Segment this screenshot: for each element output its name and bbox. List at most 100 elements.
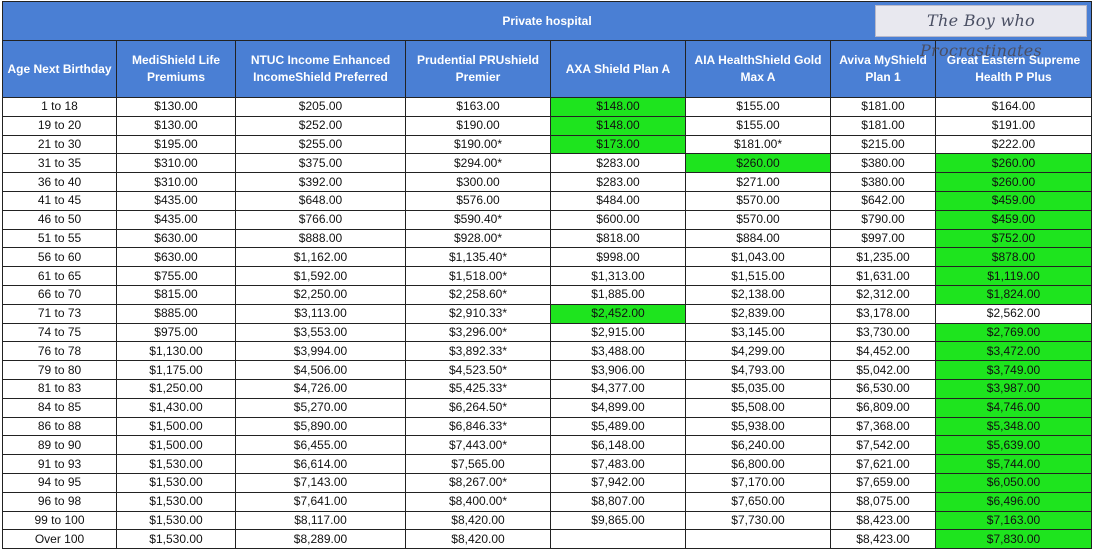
premium-cell: $7,443.00* (405, 435, 551, 456)
table-row: 76 to 78 $1,130.00 $3,994.00 $3,892.33* $3,4… (2, 341, 1092, 362)
column-header-label: AXA Shield Plan A (565, 61, 671, 76)
premium-cell: $1,515.00 (685, 266, 831, 286)
premium-cell: $1,135.40* (405, 247, 551, 268)
premium-cell: $260.00 (935, 153, 1092, 174)
age-band-cell: 79 to 80 (2, 360, 117, 380)
premium-table: Private hospital The Boy who Procrastina… (2, 1, 1092, 550)
premium-cell: $1,631.00 (830, 266, 936, 286)
premium-cell: $7,163.00 (935, 510, 1092, 531)
premium-cell: $755.00 (116, 266, 236, 286)
premium-cell: $3,994.00 (235, 341, 406, 362)
premium-cell: $3,553.00 (235, 322, 406, 343)
age-band-cell: 74 to 75 (2, 322, 117, 343)
premium-cell: $8,423.00 (830, 510, 936, 531)
premium-cell: $190.00 (405, 115, 551, 136)
premium-cell: $2,250.00 (235, 284, 406, 305)
premium-cell: $7,368.00 (830, 416, 936, 437)
premium-cell: $4,793.00 (685, 360, 831, 380)
premium-cell: $752.00 (935, 228, 1092, 249)
premium-cell: $181.00 (830, 97, 936, 117)
age-band-cell: 46 to 50 (2, 209, 117, 230)
premium-cell: $2,452.00 (550, 303, 686, 324)
premium-cell: $3,749.00 (935, 360, 1092, 380)
premium-cell: $375.00 (235, 153, 406, 174)
table-row: 46 to 50 $435.00 $766.00 $590.40* $600.00 $57… (2, 209, 1092, 230)
premium-cell: $997.00 (830, 228, 936, 249)
premium-cell: $6,455.00 (235, 435, 406, 456)
premium-cell: $164.00 (935, 97, 1092, 117)
table-row: 79 to 80 $1,175.00 $4,506.00 $4,523.50* $3,9… (2, 360, 1092, 380)
premium-cell: $5,938.00 (685, 416, 831, 437)
premium-cell: $8,423.00 (830, 529, 936, 550)
premium-cell: $570.00 (685, 190, 831, 211)
premium-cell: $459.00 (935, 190, 1092, 211)
premium-cell: $1,175.00 (116, 360, 236, 380)
premium-cell: $6,809.00 (830, 397, 936, 418)
premium-cell: $163.00 (405, 97, 551, 117)
premium-cell: $1,235.00 (830, 247, 936, 268)
premium-cell: $4,746.00 (935, 397, 1092, 418)
premium-cell: $255.00 (235, 134, 406, 155)
premium-cell: $435.00 (116, 190, 236, 211)
premium-cell: $5,035.00 (685, 378, 831, 399)
premium-cell: $310.00 (116, 172, 236, 192)
premium-cell: $4,452.00 (830, 341, 936, 362)
premium-cell: $998.00 (550, 247, 686, 268)
table-row: 96 to 98 $1,530.00 $7,641.00 $8,400.00* $8,8… (2, 491, 1092, 512)
premium-cell: $878.00 (935, 247, 1092, 268)
premium-cell: $148.00 (550, 115, 686, 136)
table-row: 51 to 55 $630.00 $888.00 $928.00* $818.00 $88… (2, 228, 1092, 249)
premium-cell: $1,313.00 (550, 266, 686, 286)
table-body: 1 to 18 $130.00 $205.00 $163.00 $148.00 $155.… (2, 97, 1092, 550)
premium-cell: $2,915.00 (550, 322, 686, 343)
premium-cell: $195.00 (116, 134, 236, 155)
age-band-cell: 99 to 100 (2, 510, 117, 531)
premium-cell: $459.00 (935, 209, 1092, 230)
premium-cell: $392.00 (235, 172, 406, 192)
age-band-cell: 56 to 60 (2, 247, 117, 268)
table-row: 81 to 83 $1,250.00 $4,726.00 $5,425.33* $4,3… (2, 378, 1092, 399)
premium-cell: $1,530.00 (116, 491, 236, 512)
premium-cell: $1,824.00 (935, 284, 1092, 305)
premium-cell: $7,483.00 (550, 454, 686, 474)
premium-cell: $380.00 (830, 172, 936, 192)
age-band-cell: 61 to 65 (2, 266, 117, 286)
premium-cell: $3,296.00* (405, 322, 551, 343)
age-band-cell: 89 to 90 (2, 435, 117, 456)
premium-cell: $1,530.00 (116, 472, 236, 493)
table-row: 31 to 35 $310.00 $375.00 $294.00* $283.00 $26… (2, 153, 1092, 174)
premium-cell: $4,506.00 (235, 360, 406, 380)
premium-cell: $1,430.00 (116, 397, 236, 418)
premium-cell: $8,289.00 (235, 529, 406, 550)
premium-cell: $205.00 (235, 97, 406, 117)
premium-cell: $5,042.00 (830, 360, 936, 380)
premium-cell: $630.00 (116, 247, 236, 268)
age-band-cell: 41 to 45 (2, 190, 117, 211)
table-row: 71 to 73 $885.00 $3,113.00 $2,910.33* $2,452… (2, 303, 1092, 324)
column-header-5: AIA HealthShield Gold Max A (685, 40, 831, 98)
table-row: 61 to 65 $755.00 $1,592.00 $1,518.00* $1,313… (2, 266, 1092, 286)
premium-cell: $2,839.00 (685, 303, 831, 324)
premium-cell: $815.00 (116, 284, 236, 305)
premium-cell: $766.00 (235, 209, 406, 230)
premium-cell: $7,565.00 (405, 454, 551, 474)
column-header-label: MediShield Life Premiums (131, 53, 220, 84)
premium-cell: $7,730.00 (685, 510, 831, 531)
premium-cell: $4,523.50* (405, 360, 551, 380)
premium-cell: $1,518.00* (405, 266, 551, 286)
premium-cell: $173.00 (550, 134, 686, 155)
premium-cell: $888.00 (235, 228, 406, 249)
age-band-cell: 19 to 20 (2, 115, 117, 136)
premium-cell: $5,639.00 (935, 435, 1092, 456)
table-banner: Private hospital The Boy who Procrastina… (2, 1, 1092, 60)
premium-cell: $181.00* (685, 134, 831, 155)
age-band-cell: 94 to 95 (2, 472, 117, 493)
premium-cell: $8,075.00 (830, 491, 936, 512)
premium-cell: $4,377.00 (550, 378, 686, 399)
premium-cell (685, 529, 831, 550)
premium-cell: $7,143.00 (235, 472, 406, 493)
premium-cell: $435.00 (116, 209, 236, 230)
premium-cell: $576.00 (405, 190, 551, 211)
premium-cell: $570.00 (685, 209, 831, 230)
premium-cell: $300.00 (405, 172, 551, 192)
